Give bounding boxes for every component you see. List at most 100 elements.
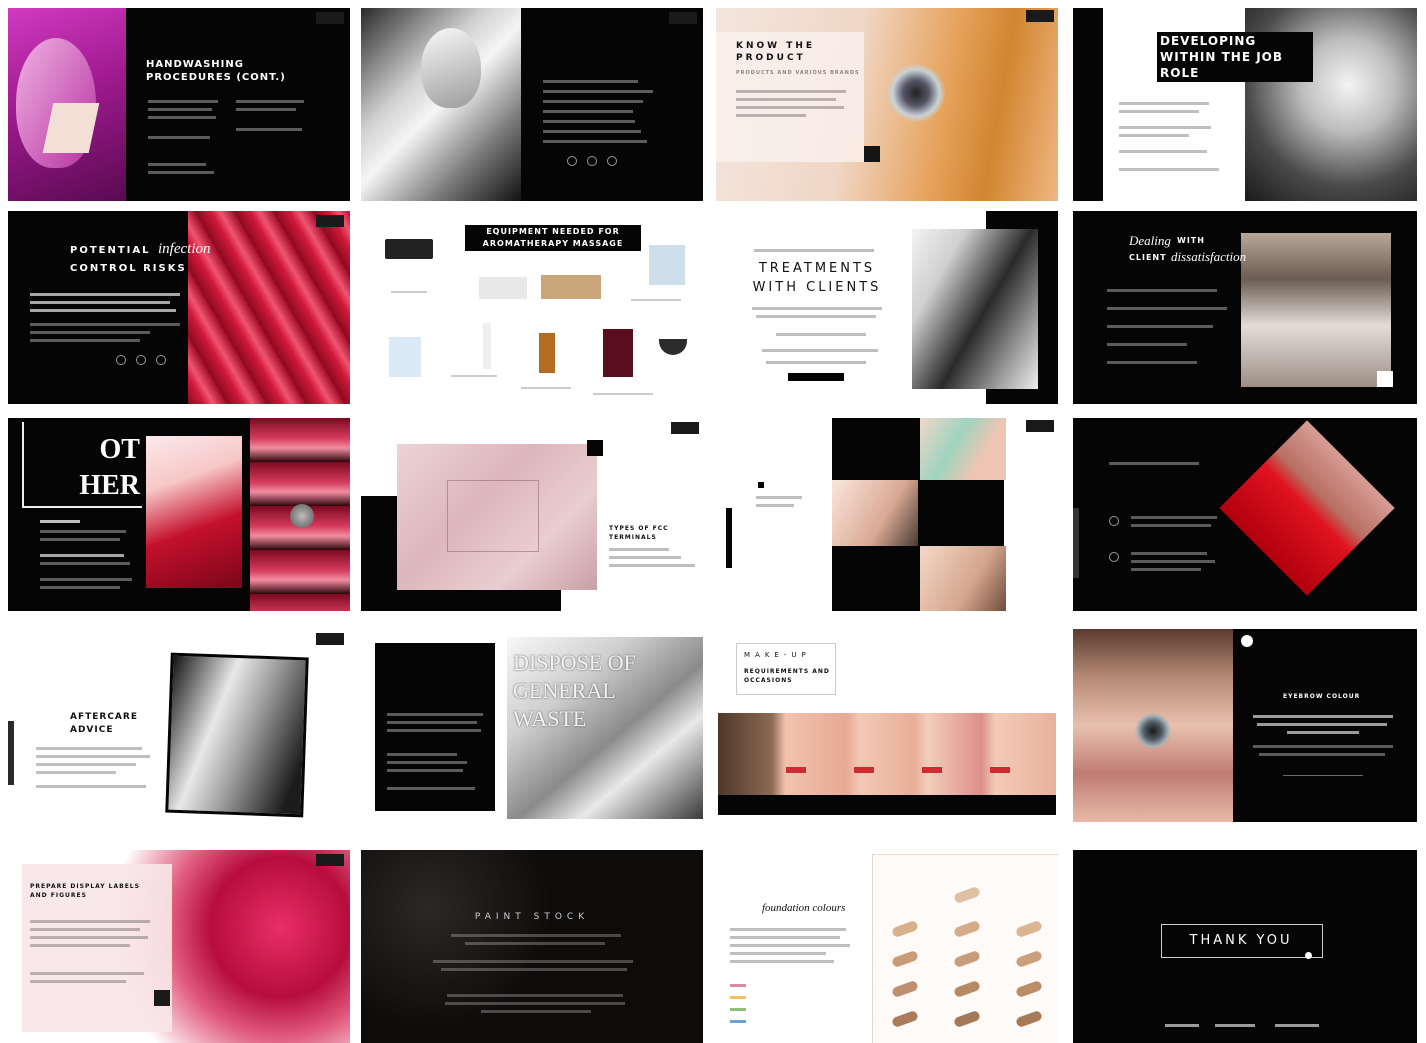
text-line bbox=[1131, 568, 1201, 571]
footer-logo-mark bbox=[1165, 1024, 1199, 1027]
face-tile-left bbox=[832, 480, 918, 546]
text-line bbox=[451, 934, 621, 937]
text-line bbox=[387, 787, 475, 790]
text-line bbox=[1119, 102, 1209, 105]
nav-dot[interactable] bbox=[156, 355, 166, 365]
slide-red-diamond[interactable] bbox=[1073, 418, 1417, 611]
slide-dissatisfaction[interactable]: Dealing WITH CLIENT dissatisfaction bbox=[1073, 211, 1417, 404]
crack-square bbox=[447, 480, 539, 552]
slide-title: EQUIPMENT NEEDED FOR AROMATHERAPY MASSAG… bbox=[465, 225, 641, 251]
footer-logo-mark bbox=[1215, 1024, 1255, 1027]
slide-thank-you[interactable]: THANK YOU bbox=[1073, 850, 1417, 1043]
text-line bbox=[30, 972, 144, 975]
slide-title: THANK YOU bbox=[1189, 933, 1293, 948]
gown-model-photo bbox=[1241, 233, 1391, 387]
nav-dot[interactable] bbox=[136, 355, 146, 365]
text-line bbox=[387, 761, 467, 764]
dark-square bbox=[864, 146, 880, 162]
label-line bbox=[631, 299, 681, 301]
slide-infection-risks[interactable]: POTENTIAL infection CONTROL RISKS bbox=[8, 211, 350, 404]
colour-key-line bbox=[730, 996, 746, 999]
slide-title: OT HER bbox=[79, 434, 140, 501]
bullet-line bbox=[543, 140, 647, 143]
text-line bbox=[387, 713, 483, 716]
nav-dot[interactable] bbox=[587, 156, 597, 166]
slide-title: TREATMENTS WITH CLIENTS bbox=[752, 261, 882, 295]
title-part-b: WITH bbox=[1177, 236, 1205, 245]
text-line bbox=[1287, 731, 1359, 734]
text-line bbox=[148, 171, 214, 174]
text-line bbox=[756, 315, 876, 318]
bullet-line bbox=[543, 100, 643, 103]
slide-bw-model[interactable] bbox=[361, 8, 703, 201]
slide-title: KNOW THE PRODUCT bbox=[736, 41, 816, 63]
text-line bbox=[1253, 715, 1393, 718]
slide-makeup-occasions[interactable]: MAKE-UP REQUIREMENTS AND OCCASIONS bbox=[716, 629, 1058, 822]
slide-know-product[interactable]: KNOW THE PRODUCT PRODUCTS AND VARIOUS BR… bbox=[716, 8, 1058, 201]
slide-handwashing[interactable]: HANDWASHING PROCEDURES (CONT.) bbox=[8, 8, 350, 201]
wipes-icon bbox=[389, 337, 421, 377]
corner-tab bbox=[669, 12, 697, 24]
text-line bbox=[736, 106, 844, 109]
list-marker bbox=[1109, 552, 1119, 562]
corner-tab bbox=[1026, 10, 1054, 22]
text-line bbox=[40, 562, 130, 565]
bullet-line bbox=[543, 110, 633, 113]
white-square bbox=[1377, 371, 1393, 387]
text-line bbox=[30, 331, 150, 334]
slide-title: DISPOSE OF GENERAL WASTE bbox=[513, 650, 636, 731]
stones-icon bbox=[541, 275, 601, 299]
model-figure bbox=[421, 28, 481, 108]
lotion-icon bbox=[483, 323, 491, 369]
nav-dot[interactable] bbox=[607, 156, 617, 166]
slide-dispose-waste[interactable]: DISPOSE OF GENERAL WASTE bbox=[361, 629, 703, 822]
slide-aftercare[interactable]: AFTERCARE ADVICE bbox=[8, 629, 350, 822]
title-part-a: MAKE-UP bbox=[744, 651, 811, 659]
text-line bbox=[30, 339, 140, 342]
bullet-line bbox=[543, 80, 638, 83]
text-line bbox=[609, 564, 695, 567]
label-line bbox=[521, 387, 571, 389]
corner-tab bbox=[671, 422, 699, 434]
text-line bbox=[30, 293, 180, 296]
slide-display-labels[interactable]: PREPARE DISPLAY LABELS AND FIGURES bbox=[8, 850, 350, 1043]
slide-eyebrow-colour[interactable]: EYEBROW COLOUR bbox=[1073, 629, 1417, 822]
text-line bbox=[148, 100, 218, 103]
text-line bbox=[148, 163, 206, 166]
slide-other[interactable]: OT HER bbox=[8, 418, 350, 611]
label-line bbox=[391, 291, 427, 293]
slide-title: TYPES OF FCC TERMINALS bbox=[609, 525, 669, 541]
footer-logo-mark bbox=[1275, 1024, 1319, 1027]
list-marker bbox=[1109, 516, 1119, 526]
bullet-line bbox=[1107, 361, 1197, 364]
title-part-b: REQUIREMENTS AND OCCASIONS bbox=[744, 668, 830, 684]
text-line bbox=[481, 1010, 591, 1013]
nav-dot[interactable] bbox=[567, 156, 577, 166]
text-line bbox=[387, 769, 463, 772]
text-line bbox=[1119, 134, 1189, 137]
slide-equipment[interactable]: EQUIPMENT NEEDED FOR AROMATHERAPY MASSAG… bbox=[361, 211, 703, 404]
nav-dot[interactable] bbox=[116, 355, 126, 365]
label-line bbox=[593, 393, 653, 395]
slide-face-grid[interactable] bbox=[716, 418, 1058, 611]
text-line bbox=[387, 721, 477, 724]
action-button[interactable] bbox=[788, 373, 844, 381]
towels-icon bbox=[479, 277, 527, 299]
lipstick-photo bbox=[188, 211, 350, 404]
text-line bbox=[1131, 524, 1211, 527]
text-line bbox=[30, 936, 148, 939]
colour-key-line bbox=[730, 1020, 746, 1023]
text-line bbox=[776, 333, 866, 336]
black-bullet bbox=[758, 482, 764, 488]
compact-circle bbox=[290, 504, 314, 528]
white-dot bbox=[1305, 952, 1312, 959]
slide-fcc-terminals[interactable]: TYPES OF FCC TERMINALS bbox=[361, 418, 703, 611]
slide-title: foundation colours bbox=[762, 902, 846, 914]
red-diamond-face bbox=[1219, 420, 1395, 596]
slide-treatments[interactable]: TREATMENTS WITH CLIENTS bbox=[716, 211, 1058, 404]
slide-foundation-colours[interactable]: foundation colours bbox=[716, 850, 1058, 1043]
slide-developing[interactable]: DEVELOPING WITHIN THE JOB ROLE bbox=[1073, 8, 1417, 201]
text-line bbox=[762, 349, 878, 352]
slide-paint-stock[interactable]: PAINT STOCK bbox=[361, 850, 703, 1043]
text-line bbox=[387, 729, 481, 732]
